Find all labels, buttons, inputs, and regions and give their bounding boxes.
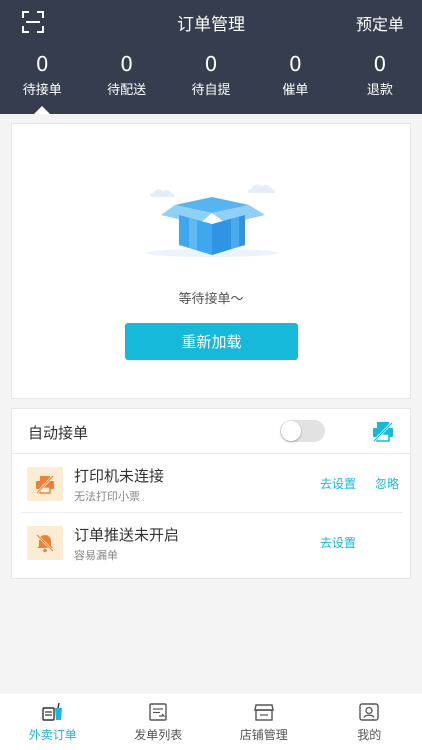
tab-label: 店铺管理 xyxy=(239,728,288,742)
stat-label: 退款 xyxy=(366,83,393,98)
auto-accept-label: 自动接单 xyxy=(28,424,89,442)
notice-title: 打印机未连接 xyxy=(74,467,165,485)
printer-settings-icon[interactable] xyxy=(372,420,394,442)
tab-pending-delivery[interactable]: 0 待配送 xyxy=(84,52,168,102)
tab-label: 外卖订单 xyxy=(28,728,77,742)
tab-profile[interactable]: 我的 xyxy=(317,694,422,750)
tab-dispatch-list[interactable]: 发单列表 xyxy=(106,694,212,750)
tab-reminders[interactable]: 0 催单 xyxy=(253,52,337,102)
tab-takeout-orders[interactable]: 外卖订单 xyxy=(0,694,106,750)
ignore-link[interactable]: 忽略 xyxy=(375,475,399,492)
tab-pending-accept[interactable]: 0 待接单 xyxy=(0,52,84,102)
notice-subtitle: 容易漏单 xyxy=(74,549,118,562)
empty-state-card: 等待接单～ 重新加载 xyxy=(11,123,411,399)
auto-accept-toggle[interactable] xyxy=(280,420,325,442)
auto-accept-row: 自动接单 xyxy=(12,409,410,454)
stat-count: 0 xyxy=(120,52,133,76)
push-notice-row: 订单推送未开启 容易漏单 去设置 xyxy=(22,514,402,572)
active-tab-indicator xyxy=(34,106,50,114)
reservation-orders-button[interactable]: 预定单 xyxy=(356,11,404,35)
app-header: 订单管理 预定单 0 待接单 0 待配送 0 待自提 0 催单 0 退款 xyxy=(0,0,422,114)
bottom-tab-bar: 外卖订单 发单列表 店铺管理 我的 xyxy=(0,694,422,750)
notice-title: 订单推送未开启 xyxy=(74,526,180,544)
printer-notice-row: 打印机未连接 无法打印小票 去设置 忽略 xyxy=(22,455,402,513)
stat-count: 0 xyxy=(373,52,387,76)
open-box-icon xyxy=(146,184,278,257)
profile-icon xyxy=(359,703,379,721)
toggle-knob xyxy=(281,421,301,441)
stat-count: 0 xyxy=(204,52,218,76)
stat-label: 待接单 xyxy=(22,83,62,98)
bell-off-icon xyxy=(27,526,63,560)
dispatch-list-icon xyxy=(149,703,167,721)
takeout-icon xyxy=(42,702,62,721)
tab-store-management[interactable]: 店铺管理 xyxy=(211,694,317,750)
stat-label: 催单 xyxy=(282,83,309,98)
empty-message: 等待接单～ xyxy=(178,292,244,307)
tab-pending-pickup[interactable]: 0 待自提 xyxy=(169,52,253,102)
tab-refunds[interactable]: 0 退款 xyxy=(338,52,422,102)
stat-count: 0 xyxy=(35,52,49,76)
notice-subtitle: 无法打印小票 xyxy=(74,490,140,503)
settings-card: 自动接单 打印机未连接 无法打印小票 去设置 忽略 订单推送未开启 容易漏单 去… xyxy=(11,408,411,579)
reload-button[interactable]: 重新加载 xyxy=(125,323,298,360)
printer-setup-link[interactable]: 去设置 xyxy=(320,475,356,492)
stat-label: 待自提 xyxy=(191,83,231,98)
order-status-tabs: 0 待接单 0 待配送 0 待自提 0 催单 0 退款 xyxy=(0,52,422,102)
tab-label: 发单列表 xyxy=(134,728,183,742)
store-icon xyxy=(253,704,274,721)
stat-label: 待配送 xyxy=(107,83,147,98)
stat-count: 0 xyxy=(289,52,302,76)
printer-off-icon xyxy=(27,467,63,501)
tab-label: 我的 xyxy=(357,728,382,742)
push-setup-link[interactable]: 去设置 xyxy=(320,534,356,551)
